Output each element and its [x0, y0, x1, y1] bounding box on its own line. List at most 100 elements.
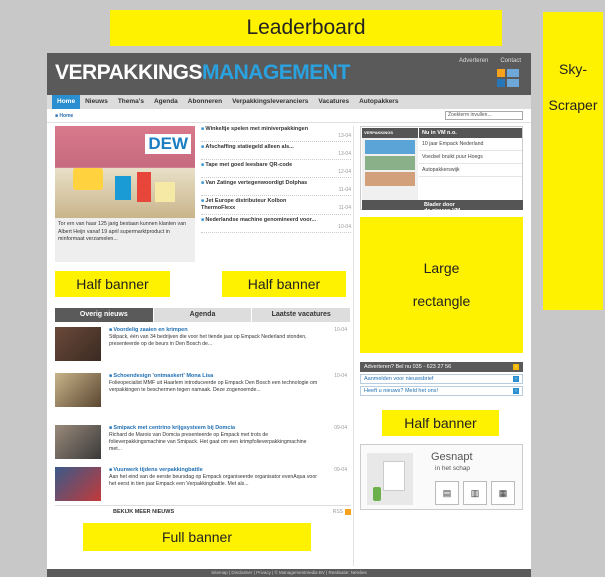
nav-item-nieuws[interactable]: Nieuws [80, 95, 113, 109]
website-page: VERPAKKINGSMANAGEMENT Adverteren Contact… [47, 53, 531, 577]
feed-body: Richard de Marois van Domcia presenteerd… [109, 432, 307, 452]
skyscraper-label-1: Sky- [559, 61, 587, 77]
arrow-right-icon: › [513, 376, 519, 382]
more-news-bar: BEKIJK MEER NIEUWS RSS [55, 505, 351, 515]
cta-label: Aanmelden voor nieuwsbrief [364, 376, 434, 382]
more-news-link[interactable]: BEKIJK MEER NIEUWS [113, 509, 174, 515]
nav-item-home[interactable]: Home [52, 95, 81, 109]
nav-item-vacatures[interactable]: Vacatures [313, 95, 354, 109]
nav-item-leveranciers[interactable]: Verpakkingsleveranciers [227, 95, 313, 109]
large-rectangle-ad[interactable]: Large rectangle [360, 217, 523, 353]
feed-text: Schoendesign 'ontmaskert' Mona Lisa Foli… [109, 373, 319, 394]
headline-item[interactable]: Nederlandse machine genomineerd voor... 1… [201, 215, 351, 233]
gesnapt-thumbnail[interactable]: ▥ [463, 481, 487, 505]
magazine-link[interactable]: Autopakkerswijk [419, 164, 522, 177]
feed-date: 09-04 [334, 467, 347, 473]
news-tabs: Overig nieuws Agenda Laatste vacatures [55, 308, 352, 322]
newsletter-icon[interactable] [507, 69, 519, 77]
feed-thumbnail[interactable] [55, 373, 101, 407]
headline-item[interactable]: Winkeltje spelen met miniverpakkingen 13-… [201, 124, 351, 142]
gesnapt-thumbnail[interactable]: ▦ [491, 481, 515, 505]
rss-icon[interactable] [497, 69, 505, 77]
product-bottle [373, 487, 381, 501]
headline-item[interactable]: Van Zatinge vertegenwoordigt Dolphas 11-0… [201, 178, 351, 196]
search-input[interactable]: Zoekterm invullen... [445, 111, 523, 120]
magazine-cover-image [365, 140, 415, 154]
product-box [383, 461, 405, 491]
social-icons [497, 69, 519, 87]
headline-item[interactable]: Jet Europe distributeur Kolbon ThermoFle… [201, 196, 351, 215]
gesnapt-thumbnail[interactable]: ▤ [435, 481, 459, 505]
feed-date: 10-04 [334, 373, 347, 379]
feature-image[interactable]: DEW [55, 126, 195, 218]
advertise-cta[interactable]: Adverteren? Bel nu 035 - 623 27 56 › [360, 362, 523, 372]
magazine-promo: VERPAKKINGS Nu in VM n.o. 10 jaar Empack… [360, 126, 523, 214]
logo-part-1: VERPAKKINGS [55, 61, 202, 84]
feed-text: Vuurwerk tijdens verpakkingbattle Aan he… [109, 467, 319, 488]
feed-thumbnail[interactable] [55, 327, 101, 361]
headline-date: 12-04 [338, 169, 351, 175]
contact-link[interactable]: Contact [500, 58, 521, 64]
product-image [367, 453, 413, 505]
cta-list: Adverteren? Bel nu 035 - 623 27 56 › Aanm… [360, 362, 523, 398]
full-banner-ad[interactable]: Full banner [83, 523, 311, 551]
breadcrumb-bar: ■ Home Zoekterm invullen... [47, 109, 531, 123]
gesnapt-block[interactable]: Gesnapt in het schap ▤ ▥ ▦ [360, 444, 523, 510]
feed-thumbnail[interactable] [55, 467, 101, 501]
feed-title[interactable]: Vuurwerk tijdens verpakkingbattle [109, 467, 319, 474]
leaderboard-ad[interactable]: Leaderboard [110, 10, 502, 46]
newsletter-cta[interactable]: Aanmelden voor nieuwsbrief › [360, 374, 523, 384]
feature-image-sign: DEW [145, 134, 191, 154]
headline-title: Afschaffing statiegeld alleen als... [201, 144, 319, 157]
breadcrumb[interactable]: ■ Home [55, 113, 73, 119]
large-rectangle-label-1: Large [423, 260, 460, 277]
site-logo[interactable]: VERPAKKINGSMANAGEMENT [55, 61, 350, 85]
magazine-link[interactable]: 10 jaar Empack Nederland [419, 138, 522, 151]
headline-title: Tape met goed leesbare QR-code [201, 162, 319, 175]
magazine-browse-link[interactable]: Blader door de nieuwe VM [362, 200, 523, 214]
feed-title[interactable]: Schoendesign 'ontmaskert' Mona Lisa [109, 373, 319, 380]
mail-icon[interactable] [507, 79, 519, 87]
feature-caption[interactable]: Tor ern van haar 125 jarig bestaan kunne… [55, 218, 195, 262]
headline-item[interactable]: Tape met goed leesbare QR-code 12-04 [201, 160, 351, 178]
tab-agenda[interactable]: Agenda [153, 308, 253, 322]
top-links: Adverteren Contact [459, 58, 521, 64]
feed-thumbnail[interactable] [55, 425, 101, 459]
gesnapt-subtitle: in het schap [435, 465, 471, 472]
skyscraper-ad[interactable]: Sky- Scraper [543, 12, 603, 310]
tab-vacatures[interactable]: Laatste vacatures [252, 308, 352, 322]
submit-news-cta[interactable]: Heeft u nieuws? Meld het ons! › [360, 386, 523, 396]
half-banner-ad-left[interactable]: Half banner [55, 271, 170, 297]
feed-title[interactable]: Smipack met centrino krijgsysteem bij Do… [109, 425, 319, 432]
headline-date: 13-04 [338, 133, 351, 139]
headline-item[interactable]: Afschaffing statiegeld alleen als... 13-0… [201, 142, 351, 160]
magazine-cover-image [365, 172, 415, 186]
skyscraper-label-2: Scraper [548, 97, 598, 113]
logo-part-2: MANAGEMENT [201, 61, 350, 84]
rss-link[interactable]: RSS [333, 508, 351, 515]
headline-date: 11-04 [338, 205, 351, 211]
feed-title[interactable]: Voordelig zaaien en krimpen [109, 327, 319, 334]
feature-image-cart [73, 168, 103, 190]
nav-item-agenda[interactable]: Agenda [149, 95, 183, 109]
feed-body: Aan het eind van de eerste beursdag op E… [109, 474, 317, 487]
magazine-cover-title: VERPAKKINGS [362, 128, 418, 138]
headline-date: 13-04 [338, 151, 351, 157]
column-divider [353, 126, 354, 566]
gesnapt-thumbnails: ▤ ▥ ▦ [435, 481, 515, 505]
half-banner-ad-center[interactable]: Half banner [222, 271, 346, 297]
advertise-link[interactable]: Adverteren [459, 58, 488, 64]
large-rectangle-label-2: rectangle [412, 293, 471, 309]
cta-label: Heeft u nieuws? Meld het ons! [364, 388, 438, 394]
magazine-cover[interactable]: VERPAKKINGS [362, 128, 418, 200]
headline-date: 10-04 [338, 224, 351, 230]
tab-overig-nieuws[interactable]: Overig nieuws [55, 308, 154, 322]
nav-item-abonneren[interactable]: Abonneren [183, 95, 227, 109]
nav-item-themas[interactable]: Thema's [113, 95, 149, 109]
half-banner-ad-right[interactable]: Half banner [382, 410, 499, 436]
linkedin-icon[interactable] [497, 79, 505, 87]
site-header: VERPAKKINGSMANAGEMENT Adverteren Contact [47, 53, 531, 95]
nav-item-autopakkers[interactable]: Autopakkers [354, 95, 403, 109]
magazine-link[interactable]: Voedsel bruikt puur Hoegs [419, 151, 522, 164]
headline-title: Van Zatinge vertegenwoordigt Dolphas [201, 180, 319, 193]
